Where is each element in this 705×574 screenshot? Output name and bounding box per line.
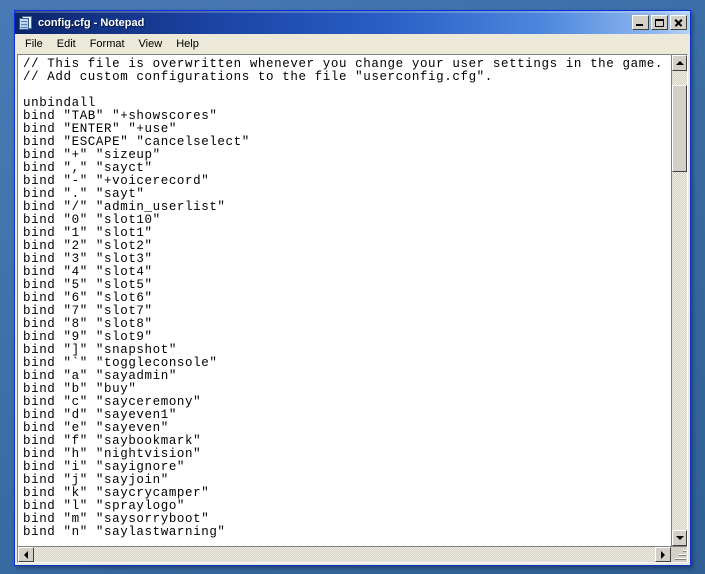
- notepad-document-icon: [18, 15, 34, 31]
- maximize-button[interactable]: [651, 15, 668, 30]
- menu-item-edit[interactable]: Edit: [50, 36, 83, 53]
- text-editor-content: // This file is overwritten whenever you…: [23, 57, 663, 539]
- menu-bar: File Edit Format View Help: [15, 34, 690, 54]
- resize-grip[interactable]: [671, 547, 687, 562]
- scroll-down-arrow-icon[interactable]: [672, 530, 687, 546]
- text-and-vscroll-row: // This file is overwritten whenever you…: [18, 55, 687, 546]
- text-editor-area[interactable]: // This file is overwritten whenever you…: [18, 55, 671, 546]
- horizontal-scrollbar[interactable]: [18, 546, 687, 562]
- horizontal-scroll-track[interactable]: [34, 547, 655, 562]
- menu-item-view[interactable]: View: [132, 36, 170, 53]
- scroll-right-arrow-icon[interactable]: [655, 547, 671, 562]
- title-bar[interactable]: config.cfg - Notepad: [15, 11, 690, 34]
- scroll-left-arrow-icon[interactable]: [18, 547, 34, 562]
- window-controls: [632, 15, 687, 30]
- notepad-window: config.cfg - Notepad File Edit Format Vi…: [14, 10, 691, 566]
- vertical-scrollbar[interactable]: [671, 55, 687, 546]
- minimize-button[interactable]: [632, 15, 649, 30]
- vertical-scroll-track[interactable]: [672, 71, 687, 530]
- close-button[interactable]: [670, 15, 687, 30]
- editor-client-area: // This file is overwritten whenever you…: [17, 54, 688, 563]
- menu-item-format[interactable]: Format: [83, 36, 132, 53]
- vertical-scroll-thumb[interactable]: [672, 85, 687, 172]
- desktop-background: config.cfg - Notepad File Edit Format Vi…: [0, 0, 705, 574]
- window-title: config.cfg - Notepad: [38, 16, 145, 29]
- scroll-up-arrow-icon[interactable]: [672, 55, 687, 71]
- menu-item-help[interactable]: Help: [169, 36, 206, 53]
- menu-item-file[interactable]: File: [18, 36, 50, 53]
